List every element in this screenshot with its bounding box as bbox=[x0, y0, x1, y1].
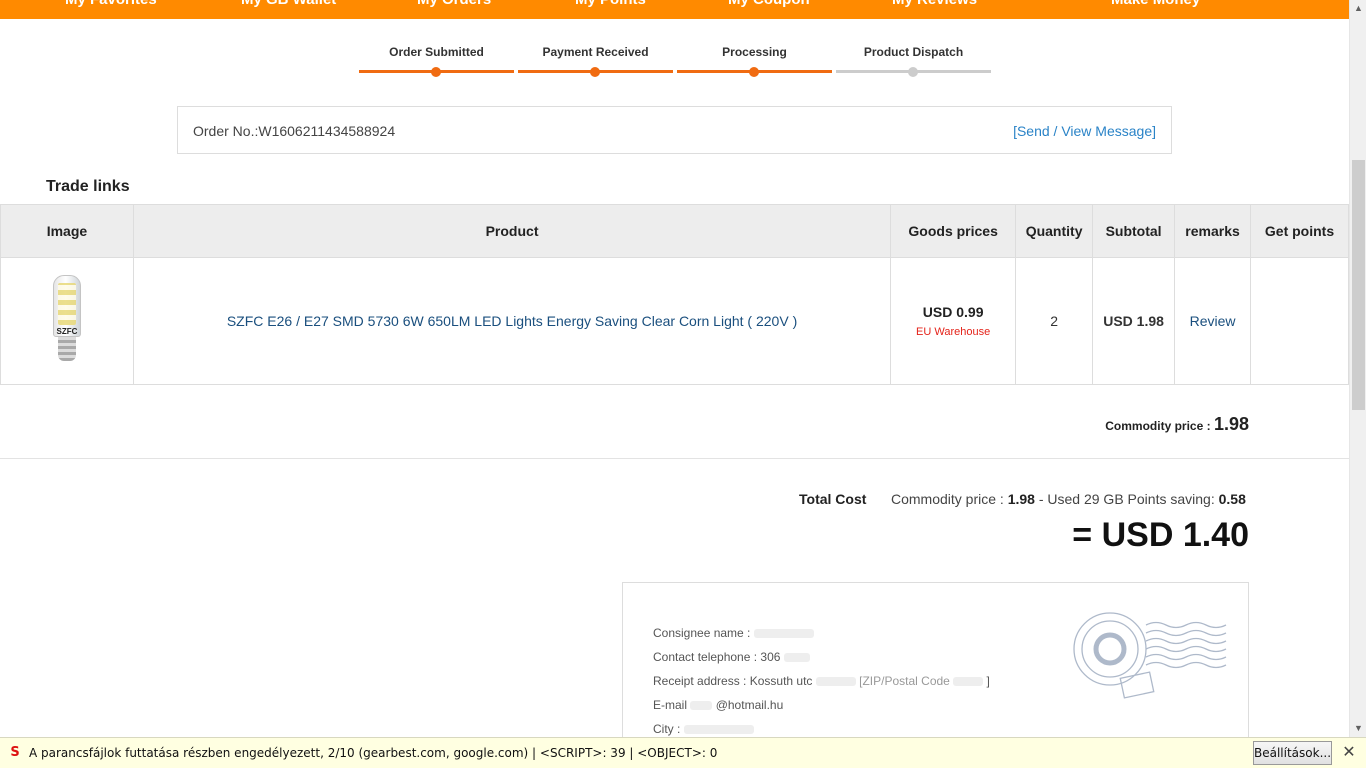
consignee-row: Consignee name : bbox=[653, 626, 814, 640]
calc-value: 1.98 bbox=[1007, 491, 1035, 507]
send-view-message-link[interactable]: [Send / View Message] bbox=[1013, 123, 1156, 139]
step-payment-received: Payment Received bbox=[518, 45, 673, 80]
order-number: Order No.:W1606211434588924 bbox=[193, 123, 396, 139]
noscript-notification-bar: S A parancsfájlok futtatása részben enge… bbox=[0, 737, 1366, 768]
total-calculation: Commodity price : 1.98 - Used 29 GB Poin… bbox=[891, 491, 1246, 507]
step-order-submitted: Order Submitted bbox=[359, 45, 514, 80]
remarks-cell: Review bbox=[1174, 257, 1252, 385]
noscript-icon: S bbox=[10, 745, 20, 760]
quantity-cell: 2 bbox=[1015, 257, 1094, 385]
zip-end: ] bbox=[986, 674, 990, 688]
city-label: City : bbox=[653, 722, 681, 736]
phone-value: 306 bbox=[760, 650, 781, 664]
header-get-points: Get points bbox=[1250, 204, 1349, 258]
total-cost-label: Total Cost bbox=[799, 491, 867, 507]
step-label: Processing bbox=[722, 45, 787, 59]
nav-my-coupon[interactable]: My Coupon bbox=[728, 0, 810, 8]
shipping-address-card: Consignee name : Contact telephone : 306… bbox=[622, 582, 1249, 737]
receipt-address-row: Receipt address : Kossuth utc [ZIP/Posta… bbox=[653, 674, 990, 688]
settings-button[interactable]: Beállítások... bbox=[1253, 741, 1332, 765]
header-image: Image bbox=[0, 204, 134, 258]
table-header-row: Image Product Goods prices Quantity Subt… bbox=[0, 204, 1349, 258]
warehouse-label: EU Warehouse bbox=[916, 326, 991, 338]
redacted-value bbox=[783, 653, 810, 663]
bulb-base bbox=[57, 337, 76, 361]
goods-price: USD 0.99 bbox=[922, 304, 984, 320]
email-row: E-mail @hotmail.hu bbox=[653, 698, 783, 712]
account-nav: My Favorites My GB Wallet My Orders My P… bbox=[0, 0, 1349, 19]
order-info-box: Order No.:W1606211434588924 [Send / View… bbox=[177, 106, 1172, 154]
step-product-dispatch: Product Dispatch bbox=[836, 45, 991, 80]
step-label: Order Submitted bbox=[389, 45, 484, 59]
commodity-value: 1.98 bbox=[1213, 414, 1249, 434]
calc-mid: - Used 29 GB Points saving: bbox=[1038, 491, 1215, 507]
header-product: Product bbox=[132, 204, 892, 258]
product-image-cell: SZFC bbox=[0, 257, 134, 385]
redacted-value bbox=[690, 701, 713, 711]
points-saving: 0.58 bbox=[1218, 491, 1246, 507]
close-icon[interactable]: ✕ bbox=[1340, 744, 1358, 762]
header-quantity: Quantity bbox=[1015, 204, 1094, 258]
postal-stamp-icon bbox=[1073, 612, 1227, 699]
price-cell: USD 0.99 EU Warehouse bbox=[890, 257, 1017, 385]
points-cell bbox=[1250, 257, 1349, 385]
consignee-label: Consignee name : bbox=[653, 626, 751, 640]
step-dot bbox=[749, 67, 759, 77]
nav-my-reviews[interactable]: My Reviews bbox=[892, 0, 977, 8]
scrollbar-thumb[interactable] bbox=[1352, 160, 1365, 410]
subtotal-cell: USD 1.98 bbox=[1092, 257, 1176, 385]
scroll-down-icon[interactable]: ▼ bbox=[1350, 720, 1366, 737]
phone-row: Contact telephone : 306 bbox=[653, 650, 810, 664]
bulb-brand: SZFC bbox=[56, 327, 78, 336]
header-remarks: remarks bbox=[1174, 204, 1252, 258]
step-dot bbox=[908, 67, 918, 77]
review-link[interactable]: Review bbox=[1190, 313, 1236, 329]
redacted-value bbox=[953, 677, 984, 687]
vertical-scrollbar[interactable]: ▲ ▼ bbox=[1349, 0, 1366, 737]
step-label: Product Dispatch bbox=[863, 45, 964, 59]
product-cell: SZFC E26 / E27 SMD 5730 6W 650LM LED Lig… bbox=[132, 257, 892, 385]
step-dot bbox=[431, 67, 441, 77]
zip-label: [ZIP/Postal Code bbox=[859, 674, 950, 688]
step-processing: Processing bbox=[677, 45, 832, 80]
commodity-price-summary: Commodity price : 1.98 bbox=[1105, 414, 1249, 435]
nav-my-orders[interactable]: My Orders bbox=[417, 0, 491, 8]
scroll-up-icon[interactable]: ▲ bbox=[1350, 0, 1366, 17]
nav-my-gb-wallet[interactable]: My GB Wallet bbox=[241, 0, 336, 8]
email-value: @hotmail.hu bbox=[715, 698, 784, 712]
grand-total: = USD 1.40 bbox=[1072, 516, 1249, 554]
divider bbox=[0, 458, 1349, 459]
redacted-value bbox=[815, 677, 856, 687]
email-label: E-mail bbox=[653, 698, 688, 712]
city-row: City : bbox=[653, 722, 754, 736]
order-items-table: Image Product Goods prices Quantity Subt… bbox=[0, 204, 1349, 385]
redacted-value bbox=[683, 725, 754, 735]
nav-my-favorites[interactable]: My Favorites bbox=[65, 0, 157, 8]
product-link[interactable]: SZFC E26 / E27 SMD 5730 6W 650LM LED Lig… bbox=[227, 313, 797, 329]
step-dot bbox=[590, 67, 600, 77]
nav-my-points[interactable]: My Points bbox=[575, 0, 646, 8]
table-row: SZFC SZFC E26 / E27 SMD 5730 6W 650LM LE… bbox=[0, 257, 1349, 385]
header-goods-prices: Goods prices bbox=[890, 204, 1017, 258]
header-subtotal: Subtotal bbox=[1092, 204, 1176, 258]
page-viewport: My Favorites My GB Wallet My Orders My P… bbox=[0, 0, 1349, 737]
receipt-label: Receipt address : bbox=[653, 674, 747, 688]
receipt-value: Kossuth utc bbox=[749, 674, 813, 688]
section-title: Trade links bbox=[46, 178, 130, 195]
nav-make-money[interactable]: Make Money bbox=[1111, 0, 1200, 8]
redacted-value bbox=[753, 629, 814, 639]
bulb-leds bbox=[57, 283, 76, 325]
notification-text: A parancsfájlok futtatása részben engedé… bbox=[29, 746, 718, 760]
calc-prefix: Commodity price : bbox=[891, 491, 1004, 507]
commodity-label: Commodity price : bbox=[1105, 419, 1211, 433]
step-label: Payment Received bbox=[542, 45, 649, 59]
product-thumbnail[interactable]: SZFC bbox=[52, 275, 82, 367]
phone-label: Contact telephone : bbox=[653, 650, 758, 664]
